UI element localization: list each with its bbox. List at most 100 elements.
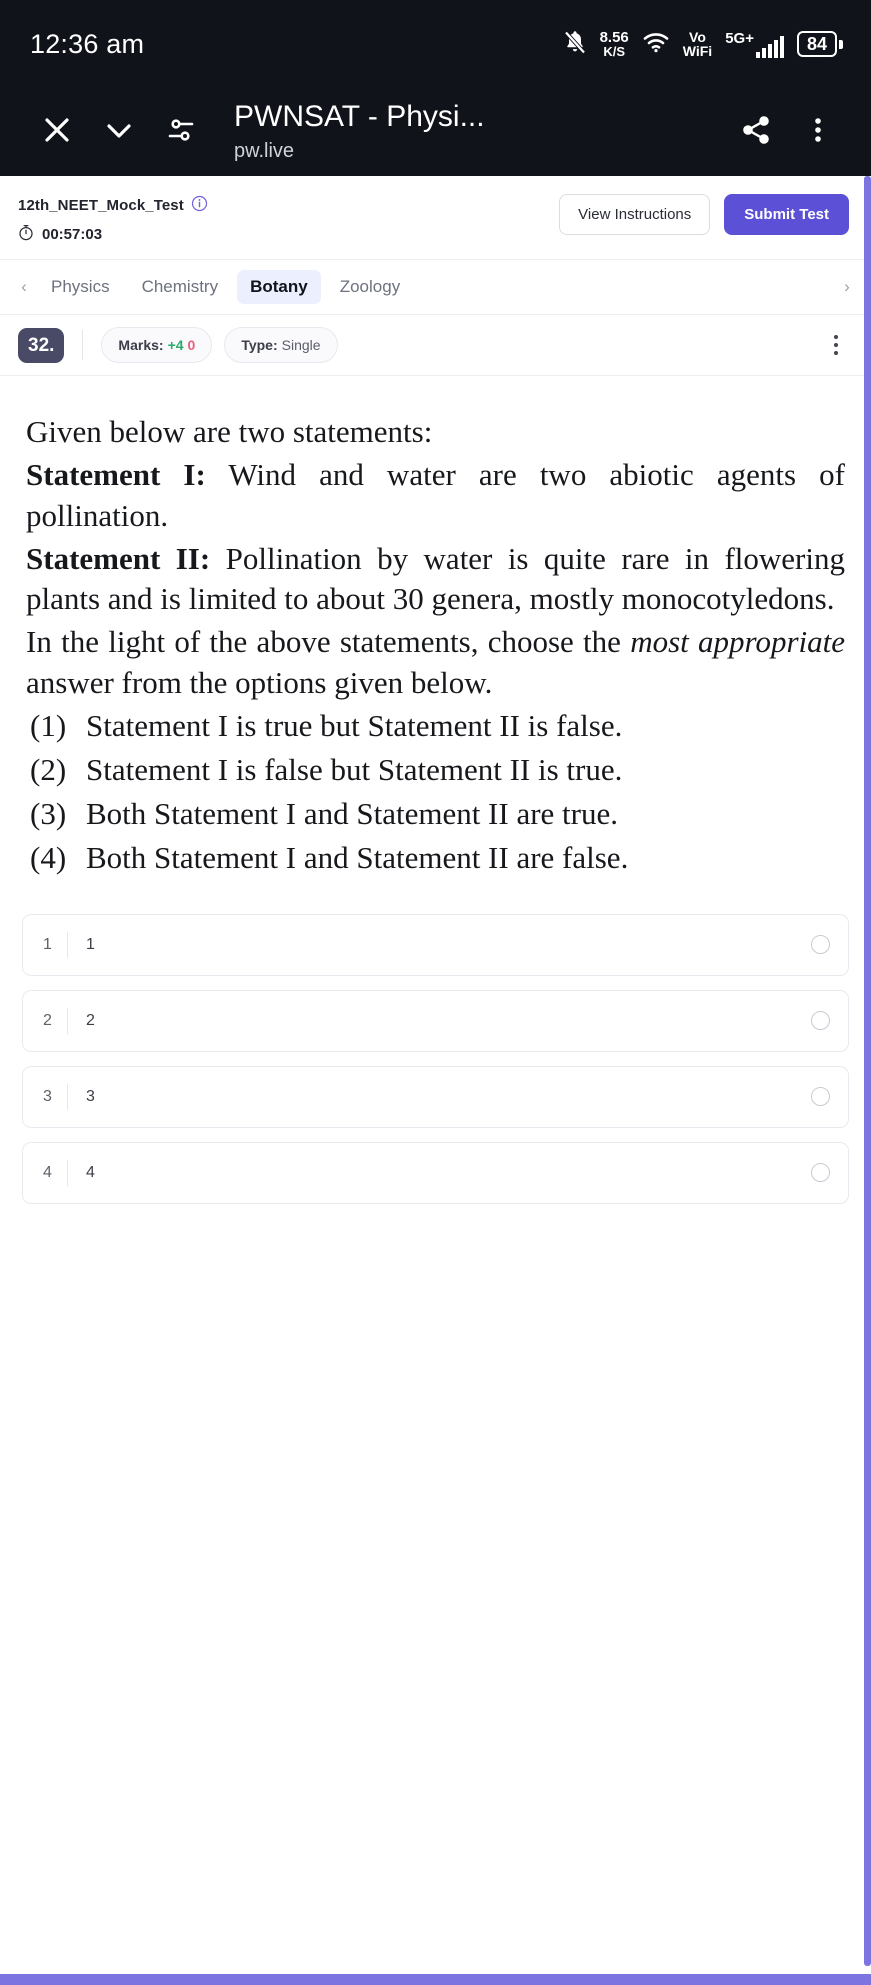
page-identity[interactable]: PWNSAT - Physi... pw.live (212, 100, 725, 165)
vertical-scrollbar[interactable] (864, 176, 871, 1966)
answer-row-1-text: 1 (86, 935, 95, 953)
test-timer-value: 00:57:03 (42, 226, 103, 243)
network-speed-indicator: 8.56 K/S (600, 30, 629, 58)
marks-badge: Marks: +4 0 (101, 327, 213, 363)
page-url: pw.live (234, 140, 295, 163)
question-option-2: (2) Statement I is false but Statement I… (26, 750, 845, 791)
view-instructions-button[interactable]: View Instructions (559, 194, 711, 235)
question-option-4: (4) Both Statement I and Statement II ar… (26, 838, 845, 879)
option-4-text: Both Statement I and Statement II are fa… (86, 839, 629, 875)
marks-label: Marks: (118, 337, 164, 353)
answer-row-3-radio[interactable] (811, 1087, 830, 1107)
chevron-right-icon[interactable]: › (837, 277, 857, 297)
type-value: Single (281, 337, 321, 353)
answer-row-4-radio[interactable] (811, 1163, 830, 1183)
answer-options-list: 1 1 2 2 3 3 4 4 (0, 888, 871, 1204)
tab-physics[interactable]: Physics (38, 270, 123, 304)
type-label: Type: (241, 337, 278, 353)
question-option-1: (1) Statement I is true but Statement II… (26, 706, 845, 747)
test-actions: View Instructions Submit Test (559, 192, 849, 235)
page-bottom-space (0, 1218, 871, 1738)
subject-tabs: Physics Chemistry Botany Zoology (38, 270, 833, 304)
network-type-label: 5G+ (725, 29, 754, 47)
question-instruction: In the light of the above statements, ch… (26, 622, 845, 703)
info-icon[interactable] (191, 195, 208, 216)
option-2-number: (2) (30, 751, 67, 787)
question-meta-bar: 32. Marks: +4 0 Type: Single (0, 315, 871, 376)
status-bar: 12:36 am 8.56 K/S Vo WiFi 5G+ 84 (0, 0, 871, 88)
battery-icon: 84 (796, 31, 843, 57)
status-bar-icons: 8.56 K/S Vo WiFi 5G+ 84 (563, 29, 843, 60)
answer-row-2-index: 2 (43, 1011, 52, 1029)
browser-toolbar: PWNSAT - Physi... pw.live (0, 88, 871, 176)
answer-row-1[interactable]: 1 1 (22, 913, 849, 976)
wifi-icon (642, 31, 670, 58)
cellular-indicator: 5G+ (725, 31, 784, 58)
option-1-text: Statement I is true but Statement II is … (86, 708, 623, 744)
answer-row-4-index: 4 (43, 1163, 52, 1181)
test-header: 12th_NEET_Mock_Test 00:57:03 View Instru… (0, 176, 871, 260)
overflow-menu-icon-dot3 (834, 351, 838, 355)
tab-botany[interactable]: Botany (237, 270, 321, 304)
question-menu-button[interactable] (819, 328, 853, 362)
chevron-left-icon[interactable]: ‹ (14, 277, 34, 297)
overflow-menu-icon (834, 335, 838, 339)
option-2-text: Statement I is false but Statement II is… (86, 751, 623, 787)
meta-divider (82, 330, 84, 360)
answer-row-2[interactable]: 2 2 (22, 989, 849, 1052)
test-name-row: 12th_NEET_Mock_Test (18, 195, 208, 216)
option-4-number: (4) (30, 839, 67, 875)
statement-2: Statement II: Pollination by water is qu… (26, 539, 845, 620)
network-speed-unit: K/S (603, 44, 625, 59)
horizontal-scrollbar[interactable] (0, 1974, 871, 1985)
answer-row-3-text: 3 (86, 1087, 95, 1105)
test-name: 12th_NEET_Mock_Test (18, 197, 184, 214)
answer-row-1-radio[interactable] (811, 935, 830, 955)
instruction-pre: In the light of the above statements, ch… (26, 624, 631, 660)
status-bar-clock: 12:36 am (30, 28, 145, 59)
marks-negative: 0 (187, 337, 196, 353)
option-3-text: Both Statement I and Statement II are tr… (86, 795, 618, 831)
test-info: 12th_NEET_Mock_Test 00:57:03 (18, 192, 208, 245)
volte-line-2: WiFi (682, 43, 713, 59)
collapse-button[interactable] (88, 101, 150, 163)
tab-chemistry[interactable]: Chemistry (129, 270, 232, 304)
answer-row-4-text: 4 (86, 1163, 95, 1181)
page-settings-button[interactable] (150, 101, 212, 163)
answer-row-2-text: 2 (86, 1011, 95, 1029)
answer-row-2-radio[interactable] (811, 1011, 830, 1031)
battery-nub (839, 39, 843, 49)
answer-row-4[interactable]: 4 4 (22, 1141, 849, 1204)
signal-bars-icon (755, 35, 784, 58)
overflow-menu-icon (803, 113, 833, 152)
answer-row-3-index: 3 (43, 1087, 52, 1105)
close-button[interactable] (26, 101, 88, 163)
answer-row-2-divider (67, 1007, 68, 1034)
question-intro: Given below are two statements: (26, 414, 433, 449)
web-page-content: 12th_NEET_Mock_Test 00:57:03 View Instru… (0, 176, 871, 1738)
tab-zoology[interactable]: Zoology (327, 270, 413, 304)
share-button[interactable] (725, 101, 787, 163)
browser-menu-button[interactable] (787, 101, 849, 163)
answer-row-4-divider (67, 1159, 68, 1186)
question-option-3: (3) Both Statement I and Statement II ar… (26, 794, 845, 835)
statement-1: Statement I: Wind and water are two abio… (26, 455, 845, 536)
subject-tabs-bar: ‹ Physics Chemistry Botany Zoology › (0, 260, 871, 315)
volte-wifi-indicator: Vo WiFi (683, 30, 712, 58)
answer-row-3[interactable]: 3 3 (22, 1065, 849, 1128)
share-icon (739, 113, 773, 152)
battery-level-text: 84 (796, 31, 837, 57)
submit-test-button[interactable]: Submit Test (724, 194, 849, 235)
stopwatch-icon (18, 224, 34, 245)
instruction-emphasis: most appropriate (630, 624, 845, 660)
close-icon (39, 112, 75, 153)
tune-sliders-icon (164, 113, 198, 152)
answer-row-3-divider (67, 1083, 68, 1110)
question-body: Given below are two statements: Statemen… (0, 376, 871, 888)
statement-1-label: Statement I: (26, 457, 206, 493)
answer-row-1-index: 1 (43, 935, 52, 953)
instruction-post: answer from the options given below. (26, 664, 493, 700)
marks-positive: +4 (167, 337, 184, 353)
chevron-down-icon (101, 112, 137, 153)
test-timer-row: 00:57:03 (18, 224, 208, 245)
